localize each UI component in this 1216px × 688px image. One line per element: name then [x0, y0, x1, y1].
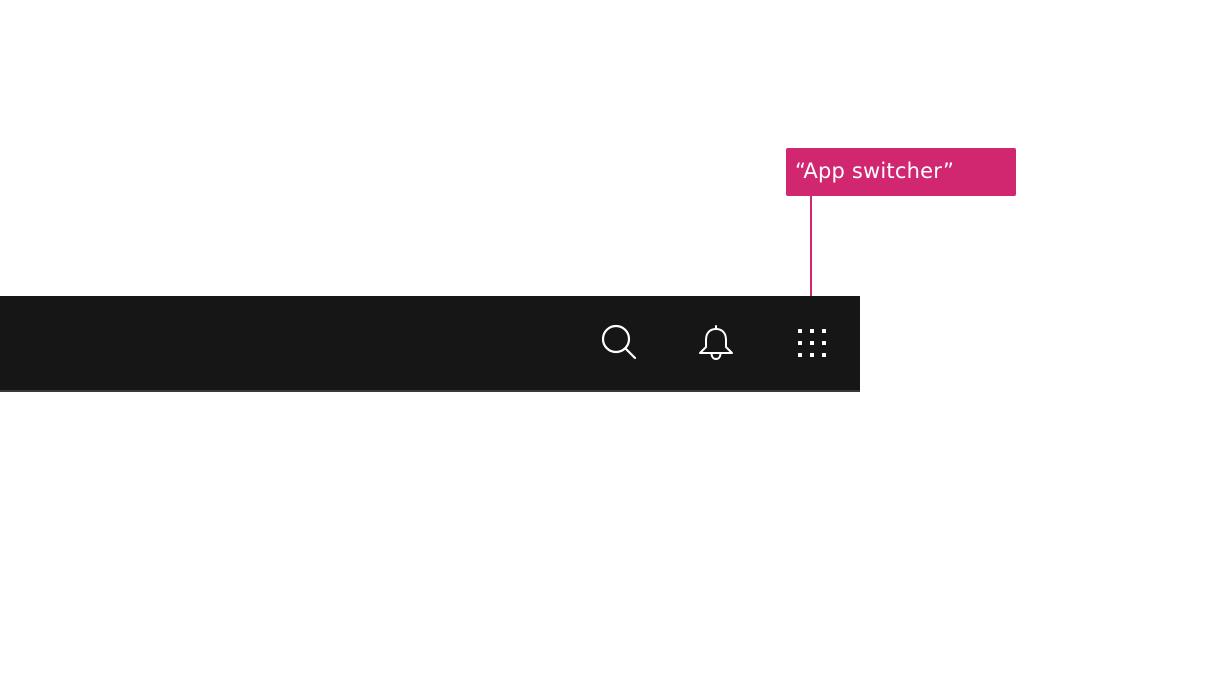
- callout-connector-line: [810, 196, 812, 296]
- search-button[interactable]: [572, 296, 668, 390]
- header-bar: [0, 296, 860, 392]
- app-switcher-button[interactable]: [764, 296, 860, 390]
- notifications-button[interactable]: [668, 296, 764, 390]
- callout-label: “App switcher”: [786, 148, 1016, 196]
- bell-icon: [696, 323, 736, 363]
- grid-icon: [796, 327, 828, 359]
- search-icon: [600, 323, 640, 363]
